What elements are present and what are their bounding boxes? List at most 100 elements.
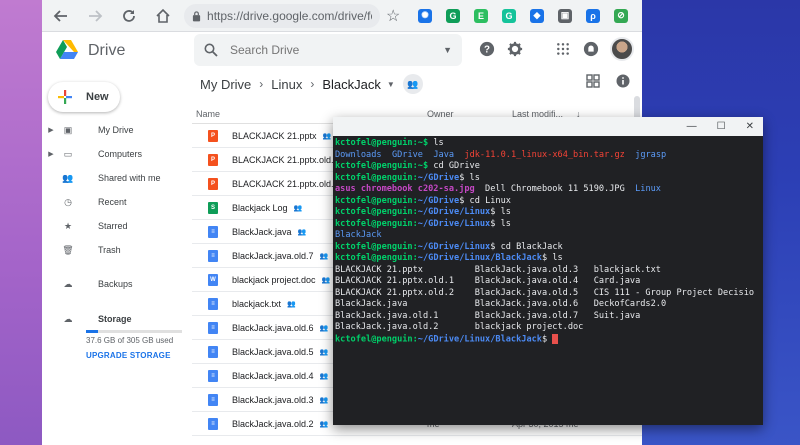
column-name[interactable]: Name bbox=[196, 109, 220, 119]
file-name: Blackjack Log bbox=[232, 202, 288, 213]
shared-people-icon: 👥 bbox=[319, 420, 329, 428]
breadcrumb: My Drive › Linux › BlackJack ▼ 👥 bbox=[200, 74, 423, 94]
terminal-text: BLACKJACK 21.pptx BlackJack.java.old.3 b… bbox=[335, 264, 661, 275]
address-bar[interactable]: https://drive.google.com/drive/fol... bbox=[184, 3, 380, 28]
terminal-line: kctofel@penguin:~/GDrive/Linux$ ls bbox=[335, 207, 761, 219]
breadcrumb-my-drive[interactable]: My Drive bbox=[200, 77, 251, 92]
sidebar-item-label: Shared with me bbox=[98, 173, 161, 183]
maximize-button[interactable]: ☐ bbox=[717, 121, 726, 132]
sidebar-item-shared-with-me[interactable]: 👥 Shared with me bbox=[42, 167, 192, 189]
cloud-icon: ☁ bbox=[63, 278, 73, 289]
url-text: https://drive.google.com/drive/fol... bbox=[207, 8, 372, 23]
terminal-text: kctofel@penguin: bbox=[335, 195, 418, 206]
expand-arrow-icon[interactable]: ▶ bbox=[46, 150, 56, 158]
file-name: BlackJack.java.old.4 bbox=[232, 370, 314, 381]
ext-5-extension-icon[interactable]: ◆ bbox=[530, 8, 544, 23]
file-type-icon: ≡ bbox=[208, 321, 218, 334]
grammarly-extension-icon[interactable]: G bbox=[502, 8, 516, 23]
ext-6-extension-icon[interactable]: ▣ bbox=[558, 8, 572, 23]
terminal-text: jdk-11.0.1_linux-x64_bin.tar.gz bbox=[464, 149, 625, 160]
sidebar-item-trash[interactable]: 🗑 Trash bbox=[42, 239, 192, 261]
sidebar-item-computers[interactable]: ▶ ▭ Computers bbox=[42, 143, 192, 165]
file-name: BlackJack.java.old.2 bbox=[232, 418, 314, 429]
ext-8-extension-icon[interactable]: ⊘ bbox=[614, 8, 628, 23]
terminal-text: ~/GDrive/Linux bbox=[417, 241, 491, 252]
file-type-icon: W bbox=[208, 273, 218, 286]
ext-7-extension-icon[interactable]: ρ bbox=[586, 8, 600, 23]
breadcrumb-linux[interactable]: Linux bbox=[271, 77, 302, 92]
file-name: BlackJack.java bbox=[232, 226, 292, 237]
ext-2-extension-icon[interactable]: G bbox=[446, 8, 460, 23]
notifications-bell-icon[interactable] bbox=[582, 40, 600, 58]
chevron-right-icon: › bbox=[310, 77, 315, 91]
file-name: blackjack.txt bbox=[232, 298, 282, 309]
sidebar-item-storage[interactable]: ☁ Storage bbox=[42, 308, 192, 330]
close-button[interactable]: ✕ bbox=[746, 121, 754, 132]
shared-people-icon: 👥 bbox=[319, 324, 329, 332]
drive-title: Drive bbox=[88, 42, 126, 59]
folder-menu-caret-icon[interactable]: ▼ bbox=[387, 80, 395, 89]
search-drive-box[interactable]: ▼ bbox=[194, 34, 462, 66]
new-button[interactable]: New bbox=[48, 82, 120, 112]
sidebar-item-label: Recent bbox=[98, 197, 127, 207]
terminal-output[interactable]: kctofel@penguin:~$ ls Downloads GDrive Ja… bbox=[333, 136, 763, 348]
sidebar-item-my-drive[interactable]: ▶ ▣ My Drive bbox=[42, 119, 192, 141]
expand-arrow-icon[interactable]: ▶ bbox=[46, 126, 56, 134]
cloud-outline-icon: ☁ bbox=[63, 313, 73, 324]
terminal-line: BLACKJACK 21.pptx.old.2 BlackJack.java.o… bbox=[335, 288, 761, 300]
forward-button[interactable] bbox=[82, 3, 108, 29]
terminal-text: Dell Chromebook 11 5190.JPG bbox=[474, 184, 636, 194]
sidebar-item-label: Starred bbox=[98, 221, 128, 231]
terminal-text: ~/GDrive/Linux bbox=[417, 207, 491, 217]
terminal-cursor bbox=[552, 333, 559, 344]
shared-folder-icon[interactable]: 👥 bbox=[402, 74, 423, 94]
terminal-line: BlackJack bbox=[335, 230, 761, 242]
terminal-text: kctofel@penguin: bbox=[335, 207, 418, 217]
storage-fill bbox=[86, 330, 98, 333]
terminal-line: Downloads GDrive Java jdk-11.0.1_linux-x… bbox=[335, 150, 761, 162]
back-button[interactable] bbox=[48, 3, 74, 29]
search-options-icon[interactable]: ▼ bbox=[443, 45, 452, 55]
chevron-right-icon: › bbox=[259, 77, 264, 91]
home-button[interactable] bbox=[150, 3, 176, 29]
sidebar-item-recent[interactable]: ◷ Recent bbox=[42, 191, 192, 213]
recent-icon: ◷ bbox=[64, 196, 72, 207]
file-name: BlackJack.java.old.7 bbox=[232, 250, 314, 261]
grid-view-icon[interactable] bbox=[586, 74, 600, 88]
file-type-icon: ≡ bbox=[208, 249, 218, 262]
terminal-text: $ ls bbox=[459, 172, 480, 183]
terminal-text: BlackJack.java.old.2 blackjack project.d… bbox=[335, 322, 584, 332]
ext-1-extension-icon[interactable]: ✺ bbox=[418, 8, 432, 23]
breadcrumb-blackjack[interactable]: BlackJack bbox=[322, 77, 381, 92]
settings-gear-icon[interactable] bbox=[506, 40, 524, 58]
account-avatar[interactable] bbox=[610, 37, 634, 61]
search-input[interactable] bbox=[230, 43, 420, 57]
file-type-icon: S bbox=[208, 201, 218, 214]
terminal-text: ~/GDrive bbox=[417, 172, 460, 183]
shared-people-icon: 👥 bbox=[293, 204, 303, 212]
terminal-line: BLACKJACK 21.pptx BlackJack.java.old.3 b… bbox=[335, 265, 761, 277]
apps-grid-icon[interactable] bbox=[554, 40, 572, 58]
evernote-extension-icon[interactable]: E bbox=[474, 8, 488, 23]
upgrade-storage-link[interactable]: UPGRADE STORAGE bbox=[86, 351, 171, 360]
help-icon[interactable]: ? bbox=[478, 40, 496, 58]
my-drive-icon: ▣ bbox=[63, 124, 73, 135]
file-type-icon: P bbox=[208, 129, 218, 142]
terminal-text: $ cd BlackJack bbox=[490, 241, 563, 252]
minimize-button[interactable]: — bbox=[687, 121, 697, 132]
info-icon[interactable] bbox=[616, 74, 630, 88]
terminal-text: $ bbox=[541, 334, 553, 344]
terminal-line: BlackJack.java BlackJack.java.old.6 Deck… bbox=[335, 299, 761, 311]
terminal-text: ~/GDrive/Linux/BlackJack bbox=[417, 253, 542, 263]
shared-people-icon: 👥 bbox=[319, 396, 329, 404]
reload-button[interactable] bbox=[116, 3, 142, 29]
terminal-text: kctofel@penguin: bbox=[335, 253, 418, 263]
shared-people-icon: 👥 bbox=[321, 276, 331, 284]
sidebar-item-starred[interactable]: ★ Starred bbox=[42, 215, 192, 237]
terminal-text: BLACKJACK 21.pptx.old.2 BlackJack.java.o… bbox=[335, 287, 755, 298]
sidebar-item-backups[interactable]: ☁ Backups bbox=[42, 273, 192, 295]
forward-arrow-icon bbox=[89, 9, 103, 22]
bookmark-star-icon[interactable]: ☆ bbox=[386, 6, 404, 26]
terminal-line: kctofel@penguin:~/GDrive$ cd Linux bbox=[335, 196, 761, 208]
terminal-text: Java bbox=[433, 149, 455, 160]
